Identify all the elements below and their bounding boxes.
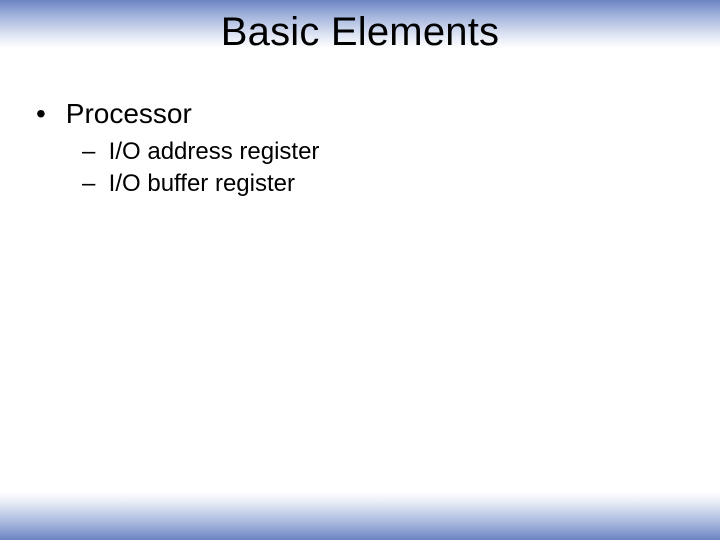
bullet-list: Processor I/O address register I/O buffe… — [36, 98, 684, 201]
list-item: Processor I/O address register I/O buffe… — [36, 98, 684, 201]
slide-content: Processor I/O address register I/O buffe… — [36, 98, 684, 207]
slide: Basic Elements Processor I/O address reg… — [0, 0, 720, 540]
sub-bullet-list: I/O address register I/O buffer register — [36, 136, 684, 201]
bottom-gradient-band — [0, 492, 720, 540]
list-item: I/O address register — [82, 136, 684, 168]
sub-bullet-label: I/O buffer register — [109, 170, 295, 197]
bullet-label: Processor — [66, 98, 192, 129]
slide-title: Basic Elements — [0, 10, 720, 55]
sub-bullet-label: I/O address register — [109, 138, 320, 165]
list-item: I/O buffer register — [82, 168, 684, 200]
